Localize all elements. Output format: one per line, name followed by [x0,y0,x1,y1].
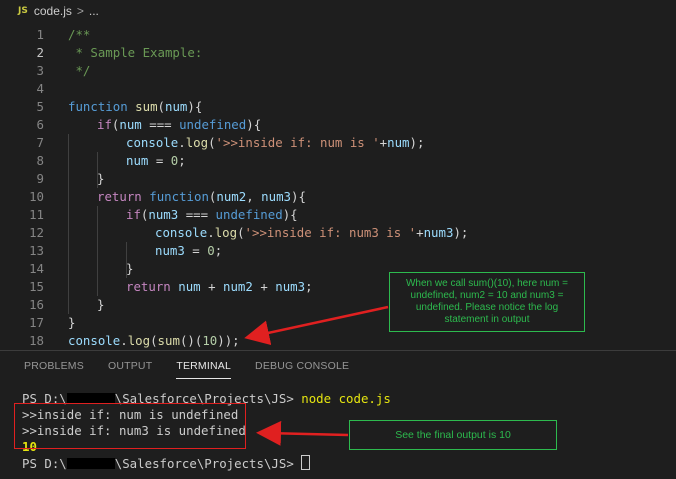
line-number: 11 [29,207,44,222]
indent-guide [97,206,98,296]
terminal-prompt-line[interactable]: PS D:\ \Salesforce\Projects\JS> [22,455,311,472]
line-number: 8 [36,153,44,168]
code-line: console.log(sum()(10)); [68,333,240,348]
line-number: 16 [29,297,44,312]
line-number: 15 [29,279,44,294]
tab-debug-console[interactable]: DEBUG CONSOLE [255,354,349,378]
code-comment: * Sample Example: [68,45,203,60]
line-number: 3 [36,63,44,78]
output-highlight-box [14,403,246,449]
tab-output[interactable]: OUTPUT [108,354,152,378]
javascript-file-icon: JS [18,6,28,16]
line-number: 5 [36,99,44,114]
code-line: } [68,315,76,330]
code-line: if(num3 === undefined){ [126,207,298,222]
line-number: 9 [36,171,44,186]
panel-tabs: PROBLEMS OUTPUT TERMINAL DEBUG CONSOLE [0,351,349,381]
code-line: function sum(num){ [68,99,203,114]
tab-problems[interactable]: PROBLEMS [24,354,84,378]
line-number: 17 [29,315,44,330]
line-number: 4 [36,81,44,96]
code-line: if(num === undefined){ [97,117,262,132]
code-comment: */ [68,63,91,78]
code-line: num3 = 0; [155,243,223,258]
redacted-username [66,458,115,469]
annotation-callout-explanation: When we call sum()(10), here num = undef… [389,272,585,332]
line-number: 6 [36,117,44,132]
code-line: return function(num2, num3){ [97,189,306,204]
breadcrumb-separator: > [76,4,84,18]
line-number: 7 [36,135,44,150]
code-line: } [97,297,105,312]
code-comment: /** [68,27,91,42]
code-line: } [97,171,105,186]
line-number: 12 [29,225,44,240]
line-number: 14 [29,261,44,276]
line-number: 2 [36,45,44,60]
code-line: console.log('>>inside if: num3 is '+num3… [155,225,469,240]
terminal-cursor [301,455,311,470]
tab-terminal[interactable]: TERMINAL [176,354,232,379]
terminal-command: node code.js [301,391,391,406]
code-line: return num + num2 + num3; [126,279,313,294]
indent-guide [68,134,69,314]
code-line: console.log('>>inside if: num is '+num); [126,135,425,150]
code-line: } [126,261,134,276]
line-number: 13 [29,243,44,258]
line-number: 1 [36,27,44,42]
line-number: 10 [29,189,44,204]
line-number: 18 [29,333,44,348]
breadcrumb: JS code.js > ... [0,0,676,22]
annotation-callout-final-output: See the final output is 10 [349,420,557,450]
breadcrumb-ellipsis[interactable]: ... [89,4,99,18]
code-line: num = 0; [126,153,186,168]
breadcrumb-file-name[interactable]: code.js [34,4,72,18]
